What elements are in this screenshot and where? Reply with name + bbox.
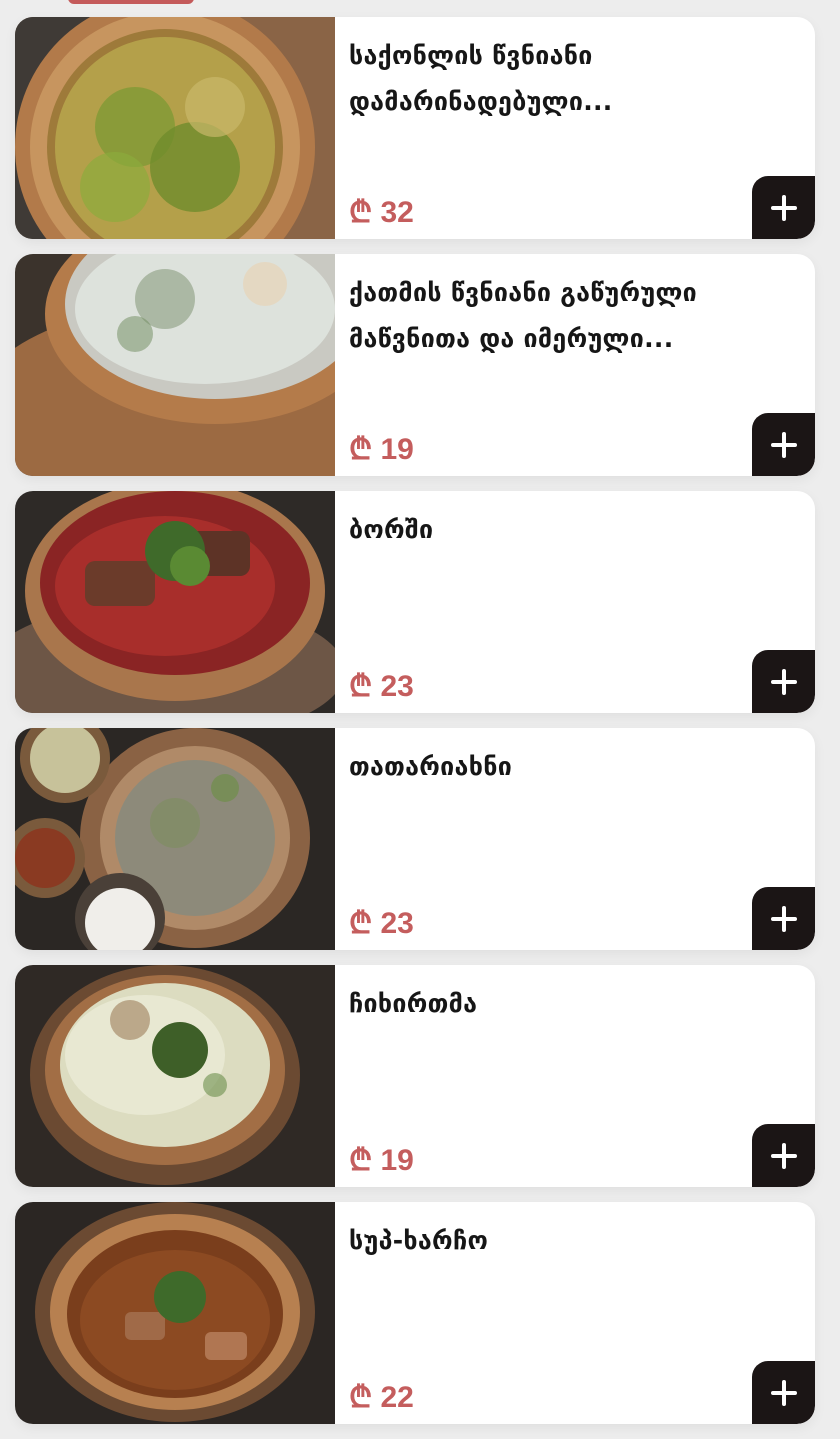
item-title: თათარიახნი [349,752,513,781]
dish-image [15,1202,335,1424]
plus-icon [770,1379,797,1406]
active-tab-indicator [68,0,194,4]
dish-image [15,491,335,713]
list-item[interactable]: საქონლის წვნიანი დამარინადებული... ₾ 32 [15,17,815,239]
plus-icon [770,905,797,932]
item-title: ბორში [349,515,434,544]
add-to-cart-button[interactable] [752,887,815,950]
item-title: ქათმის წვნიანი გაწურული მაწვნითა და იმერ… [349,278,698,353]
dish-image [15,17,335,239]
dish-image [15,254,335,476]
plus-icon [770,1142,797,1169]
list-item[interactable]: სუპ-ხარჩო ₾ 22 [15,1202,815,1424]
add-to-cart-button[interactable] [752,1124,815,1187]
plus-icon [770,668,797,695]
item-title: სუპ-ხარჩო [349,1226,489,1255]
item-price: ₾ 22 [349,1381,414,1414]
add-to-cart-button[interactable] [752,650,815,713]
list-item[interactable]: ქათმის წვნიანი გაწურული მაწვნითა და იმერ… [15,254,815,476]
plus-icon [770,194,797,221]
add-to-cart-button[interactable] [752,1361,815,1424]
item-price: ₾ 32 [349,196,414,229]
plus-icon [770,431,797,458]
menu-item-list: საქონლის წვნიანი დამარინადებული... ₾ 32 … [15,17,815,1439]
dish-image [15,965,335,1187]
item-price: ₾ 23 [349,670,414,703]
item-price: ₾ 19 [349,1144,414,1177]
list-item[interactable]: თათარიახნი ₾ 23 [15,728,815,950]
item-title: ჩიხირთმა [349,989,478,1018]
item-title: საქონლის წვნიანი დამარინადებული... [349,41,613,116]
add-to-cart-button[interactable] [752,413,815,476]
item-price: ₾ 23 [349,907,414,940]
item-price: ₾ 19 [349,433,414,466]
list-item[interactable]: ჩიხირთმა ₾ 19 [15,965,815,1187]
add-to-cart-button[interactable] [752,176,815,239]
dish-image [15,728,335,950]
list-item[interactable]: ბორში ₾ 23 [15,491,815,713]
